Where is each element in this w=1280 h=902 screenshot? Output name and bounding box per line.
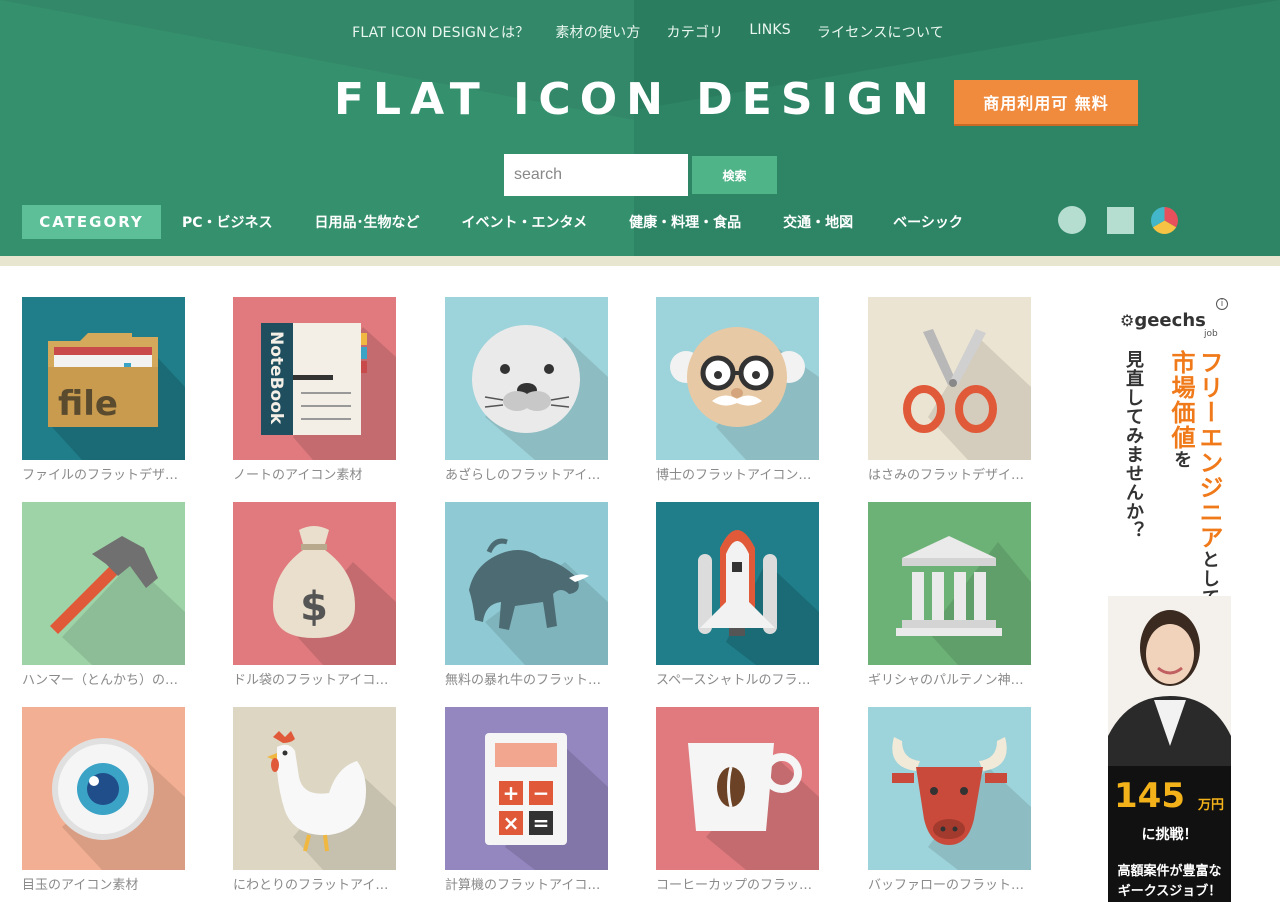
category-label: CATEGORY — [22, 205, 161, 239]
icon-tile[interactable]: NoteBook ノートのアイコン素材 — [233, 297, 396, 483]
icon-tile[interactable]: バッファローのフラット… — [868, 707, 1031, 893]
space-shuttle-icon[interactable] — [656, 502, 819, 665]
hammer-icon[interactable] — [22, 502, 185, 665]
icon-tile[interactable]: $ ドル袋のフラットアイコ… — [233, 502, 396, 688]
icon-caption[interactable]: にわとりのフラットアイ… — [233, 874, 403, 893]
person-photo-icon — [1108, 596, 1231, 902]
icon-tile[interactable]: + − × = 計算機のフラットアイコ… — [445, 707, 608, 893]
category-health-food[interactable]: 健康・料理・食品 — [629, 212, 741, 232]
money-bag-icon[interactable]: $ — [233, 502, 396, 665]
nav-category[interactable]: カテゴリ — [654, 22, 737, 42]
bull-icon[interactable] — [445, 502, 608, 665]
category-daily-goods[interactable]: 日用品･生物など — [315, 212, 420, 232]
icon-tile[interactable]: 目玉のアイコン素材 — [22, 707, 185, 893]
icon-tile[interactable]: ハンマー（とんかち）の… — [22, 502, 185, 688]
icon-tile[interactable]: ギリシャのパルテノン神… — [868, 502, 1031, 688]
icon-caption[interactable]: コーヒーカップのフラッ… — [656, 874, 826, 893]
category-event[interactable]: イベント・エンタメ — [462, 212, 588, 232]
category-pc-business[interactable]: PC・ビジネス — [182, 212, 273, 232]
calculator-icon[interactable]: + − × = — [445, 707, 608, 870]
parthenon-icon[interactable] — [868, 502, 1031, 665]
icon-caption[interactable]: 無料の暴れ牛のフラット… — [445, 669, 615, 688]
svg-text:$: $ — [300, 584, 328, 630]
site-logo[interactable]: FLAT ICON DESIGN — [334, 74, 938, 125]
file-folder-icon[interactable]: file — [22, 297, 185, 460]
ad-brand: ⚙geechs — [1120, 310, 1206, 331]
buffalo-icon[interactable] — [868, 707, 1031, 870]
icon-tile[interactable]: スペースシャトルのフラ… — [656, 502, 819, 688]
icon-tile[interactable]: 無料の暴れ牛のフラット… — [445, 502, 608, 688]
ad-subheadline: 見直してみませんか？ — [1123, 350, 1144, 540]
color-pie-icon[interactable] — [1151, 207, 1178, 234]
square-shape-icon[interactable] — [1107, 207, 1134, 234]
icon-tile[interactable]: file ファイルのフラットデザ… — [22, 297, 185, 483]
nav-usage[interactable]: 素材の使い方 — [542, 22, 653, 42]
professor-icon[interactable] — [656, 297, 819, 460]
icon-caption[interactable]: 目玉のアイコン素材 — [22, 874, 192, 893]
ad-amount: 145 — [1114, 776, 1185, 816]
icon-tile[interactable]: にわとりのフラットアイ… — [233, 707, 396, 893]
ad-brand-sub: job — [1204, 329, 1218, 339]
category-bar: CATEGORY PC・ビジネス 日用品･生物など イベント・エンタメ 健康・料… — [0, 204, 1280, 240]
category-basic[interactable]: ベーシック — [893, 212, 963, 232]
gear-icon: ⚙ — [1120, 311, 1135, 330]
free-commercial-badge: 商用利用可 無料 — [954, 80, 1138, 124]
circle-shape-icon[interactable] — [1058, 206, 1086, 234]
icon-caption[interactable]: あざらしのフラットアイ… — [445, 464, 615, 483]
ad-tagline-1: 高額案件が豊富な — [1117, 864, 1222, 879]
svg-text:−: − — [533, 781, 550, 805]
icon-caption[interactable]: スペースシャトルのフラ… — [656, 669, 826, 688]
icon-caption[interactable]: 博士のフラットアイコン… — [656, 464, 826, 483]
svg-text:=: = — [533, 811, 550, 835]
ad-unit: 万円 — [1198, 798, 1225, 813]
nav-links[interactable]: LINKS — [736, 22, 803, 42]
rooster-icon[interactable] — [233, 707, 396, 870]
ad-tagline-2: ギークスジョブ！ — [1117, 884, 1222, 899]
svg-text:NoteBook: NoteBook — [266, 331, 286, 425]
scissors-icon[interactable] — [868, 297, 1031, 460]
notebook-icon[interactable]: NoteBook — [233, 297, 396, 460]
category-items: PC・ビジネス 日用品･生物など イベント・エンタメ 健康・料理・食品 交通・地… — [182, 204, 963, 240]
icon-caption[interactable]: はさみのフラットデザイ… — [868, 464, 1038, 483]
eyeball-icon[interactable] — [22, 707, 185, 870]
icon-caption[interactable]: 計算機のフラットアイコ… — [445, 874, 615, 893]
top-nav: FLAT ICON DESIGNとは？ 素材の使い方 カテゴリ LINKS ライ… — [0, 22, 1280, 42]
header-divider — [0, 256, 1280, 266]
category-transport-map[interactable]: 交通・地図 — [783, 212, 853, 232]
svg-text:file: file — [58, 384, 118, 424]
icon-caption[interactable]: ノートのアイコン素材 — [233, 464, 403, 483]
search-input[interactable] — [504, 154, 688, 196]
nav-about[interactable]: FLAT ICON DESIGNとは？ — [339, 22, 542, 42]
ad-challenge: に挑戦！ — [1141, 827, 1198, 843]
nav-license[interactable]: ライセンスについて — [804, 22, 957, 42]
ad-banner[interactable]: ⚙geechs job i フリーエンジニアとしての 市場価値を 見直してみませ… — [1108, 296, 1231, 902]
icon-caption[interactable]: ハンマー（とんかち）の… — [22, 669, 192, 688]
ad-headline-2: 市場価値を — [1167, 350, 1195, 469]
site-header: FLAT ICON DESIGNとは？ 素材の使い方 カテゴリ LINKS ライ… — [0, 0, 1280, 256]
ad-info-icon[interactable]: i — [1216, 298, 1228, 310]
icon-tile[interactable]: はさみのフラットデザイ… — [868, 297, 1031, 483]
svg-text:+: + — [503, 781, 520, 805]
icon-tile[interactable]: 博士のフラットアイコン… — [656, 297, 819, 483]
coffee-cup-icon[interactable] — [656, 707, 819, 870]
seal-icon[interactable] — [445, 297, 608, 460]
svg-text:×: × — [503, 811, 520, 835]
ad-photo: 145 万円 に挑戦！ 高額案件が豊富な ギークスジョブ！ — [1108, 596, 1231, 902]
icon-tile[interactable]: あざらしのフラットアイ… — [445, 297, 608, 483]
icon-caption[interactable]: ギリシャのパルテノン神… — [868, 669, 1038, 688]
icon-caption[interactable]: ドル袋のフラットアイコ… — [233, 669, 403, 688]
icon-caption[interactable]: ファイルのフラットデザ… — [22, 464, 192, 483]
icon-caption[interactable]: バッファローのフラット… — [868, 874, 1038, 893]
search-button[interactable]: 検索 — [692, 156, 777, 194]
icon-tile[interactable]: コーヒーカップのフラッ… — [656, 707, 819, 893]
